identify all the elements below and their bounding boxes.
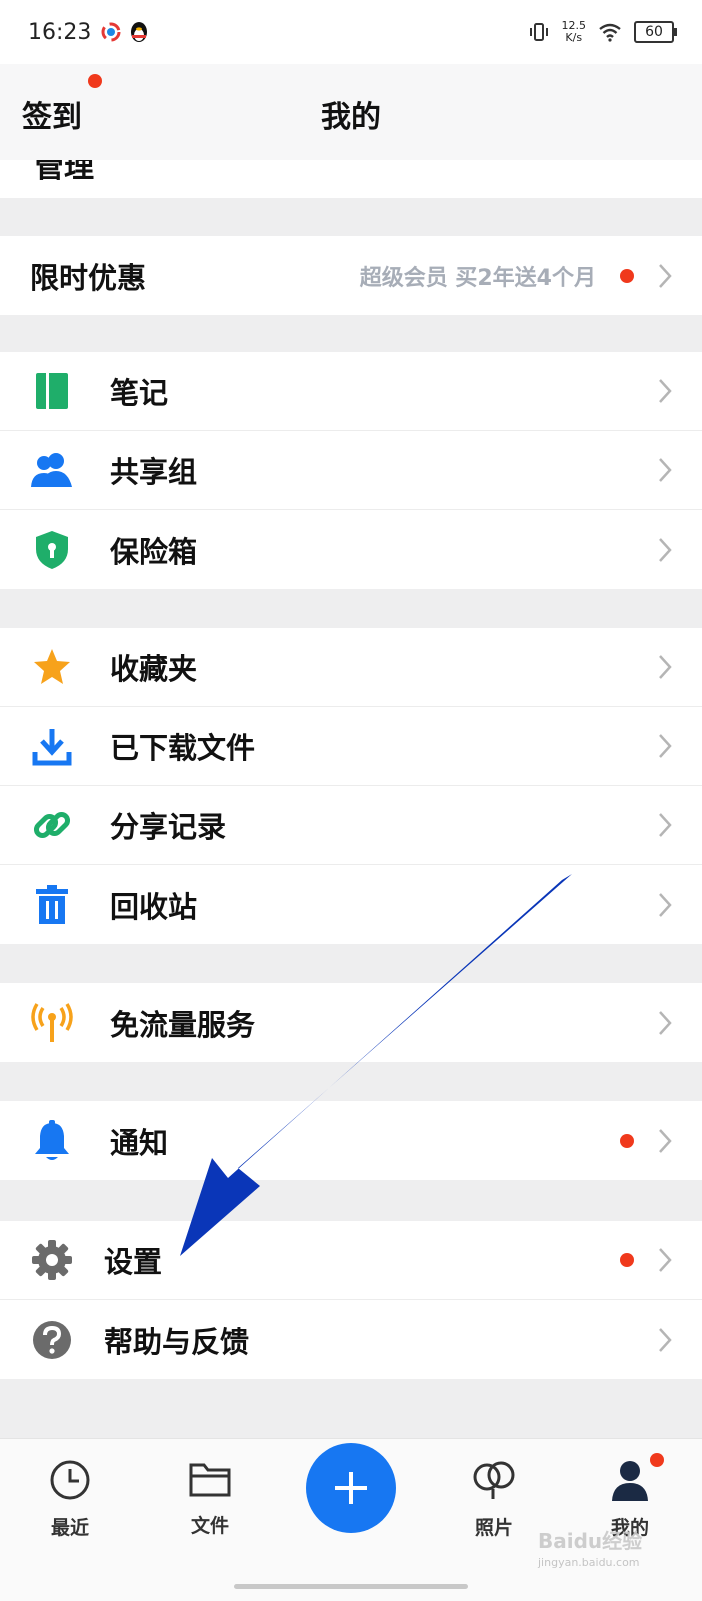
notebook-icon xyxy=(30,369,74,413)
menu-item-notes[interactable]: 笔记 xyxy=(0,352,702,431)
tab-mine[interactable]: 我的 xyxy=(580,1459,680,1540)
wifi-icon xyxy=(599,23,621,42)
promo-badge-dot xyxy=(620,268,634,283)
tab-photos[interactable]: 照片 xyxy=(444,1459,544,1540)
balloon-icon xyxy=(473,1461,515,1499)
link-icon xyxy=(30,803,74,847)
menu-item-recycle-bin[interactable]: 回收站 xyxy=(0,865,702,944)
chevron-right-icon xyxy=(659,537,672,562)
menu-item-label: 帮助与反馈 xyxy=(104,1324,250,1359)
menu-item-share-group[interactable]: 共享组 xyxy=(0,431,702,510)
signal-tower-icon xyxy=(30,1001,74,1045)
menu-item-label: 免流量服务 xyxy=(110,1007,256,1042)
shield-lock-icon xyxy=(30,528,74,572)
status-time: 16:23 xyxy=(28,19,92,45)
folder-icon xyxy=(189,1463,231,1497)
chevron-right-icon xyxy=(659,458,672,482)
menu-item-label: 回收站 xyxy=(110,889,198,924)
menu-item-label: 设置 xyxy=(104,1245,163,1279)
gear-icon xyxy=(30,1238,74,1282)
tab-label: 文件 xyxy=(190,1515,229,1537)
users-icon xyxy=(30,448,74,492)
checkin-badge-dot xyxy=(88,74,102,88)
menu-item-label: 共享组 xyxy=(110,455,198,489)
menu-group-tools: 笔记 共享组 保险箱 xyxy=(0,352,702,589)
menu-item-label: 保险箱 xyxy=(110,534,198,569)
chevron-right-icon xyxy=(659,1248,672,1272)
watermark-url: jingyan.baidu.com xyxy=(538,1556,640,1569)
menu-group-notifications: 通知 xyxy=(0,1101,702,1180)
watermark-brand: Baidu经验 xyxy=(538,1529,643,1553)
chevron-right-icon xyxy=(0,160,674,198)
vibrate-icon xyxy=(529,23,548,41)
chevron-right-icon xyxy=(659,1327,672,1352)
chevron-right-icon xyxy=(659,655,672,679)
chevron-right-icon xyxy=(659,734,672,758)
menu-item-share-history[interactable]: 分享记录 xyxy=(0,786,702,865)
bottom-tab-bar: 最近 文件 照片 我的 xyxy=(0,1438,702,1601)
page-title: 我的 xyxy=(321,100,381,135)
browser-app-icon xyxy=(101,22,121,42)
chevron-right-icon xyxy=(659,263,672,288)
notification-badge-dot xyxy=(620,1133,634,1148)
help-icon xyxy=(30,1318,74,1362)
menu-item-label: 分享记录 xyxy=(110,810,227,844)
tab-recent[interactable]: 最近 xyxy=(20,1459,120,1540)
menu-item-downloads[interactable]: 已下载文件 xyxy=(0,707,702,786)
page-header: 签到 我的 xyxy=(0,64,702,160)
clock-icon xyxy=(50,1460,90,1500)
menu-group-files: 收藏夹 已下载文件 分享记录 回收站 xyxy=(0,628,702,944)
promo-row[interactable]: 限时优惠 超级会员 买2年送4个月 xyxy=(0,236,702,315)
settings-badge-dot xyxy=(620,1253,634,1267)
status-bar: 16:23 12.5 K/s 60 xyxy=(0,0,702,64)
tab-label: 照片 xyxy=(474,1517,513,1539)
menu-group-settings: 设置 帮助与反馈 xyxy=(0,1221,702,1379)
plus-icon xyxy=(335,1472,367,1504)
promo-label: 限时优惠 xyxy=(30,260,147,295)
promo-group: 限时优惠 超级会员 买2年送4个月 xyxy=(0,236,702,315)
battery-indicator: 60 xyxy=(634,21,677,43)
watermark: Baidu经验 jingyan.baidu.com xyxy=(538,1530,642,1574)
chevron-right-icon xyxy=(659,1010,672,1035)
menu-item-free-data[interactable]: 免流量服务 xyxy=(0,983,702,1062)
user-icon xyxy=(612,1461,648,1501)
add-button[interactable] xyxy=(306,1443,396,1533)
trash-icon xyxy=(30,883,74,927)
chevron-right-icon xyxy=(659,379,672,403)
menu-item-label: 已下载文件 xyxy=(110,731,256,765)
download-icon xyxy=(30,724,74,768)
menu-item-label: 笔记 xyxy=(110,376,169,410)
home-indicator xyxy=(234,1584,468,1589)
menu-item-label: 收藏夹 xyxy=(110,652,198,686)
menu-group-services: 免流量服务 xyxy=(0,983,702,1062)
penguin-app-icon xyxy=(131,22,148,42)
star-icon xyxy=(30,645,74,689)
menu-item-safe-box[interactable]: 保险箱 xyxy=(0,510,702,589)
menu-item-favorites[interactable]: 收藏夹 xyxy=(0,628,702,707)
chevron-right-icon xyxy=(659,1128,672,1153)
mine-badge-dot xyxy=(650,1453,664,1467)
manage-row-partial[interactable]: 管理 xyxy=(0,160,702,198)
menu-item-label: 通知 xyxy=(110,1125,169,1160)
menu-item-settings[interactable]: 设置 xyxy=(0,1221,702,1300)
tab-files[interactable]: 文件 xyxy=(160,1459,260,1538)
chevron-right-icon xyxy=(659,813,672,837)
bell-icon xyxy=(30,1119,74,1163)
promo-detail: 超级会员 买2年送4个月 xyxy=(359,265,596,291)
tab-label: 最近 xyxy=(50,1517,89,1539)
chevron-right-icon xyxy=(659,892,672,917)
net-speed-unit: K/s xyxy=(565,31,583,44)
menu-item-help-feedback[interactable]: 帮助与反馈 xyxy=(0,1300,702,1379)
menu-item-notifications[interactable]: 通知 xyxy=(0,1101,702,1180)
